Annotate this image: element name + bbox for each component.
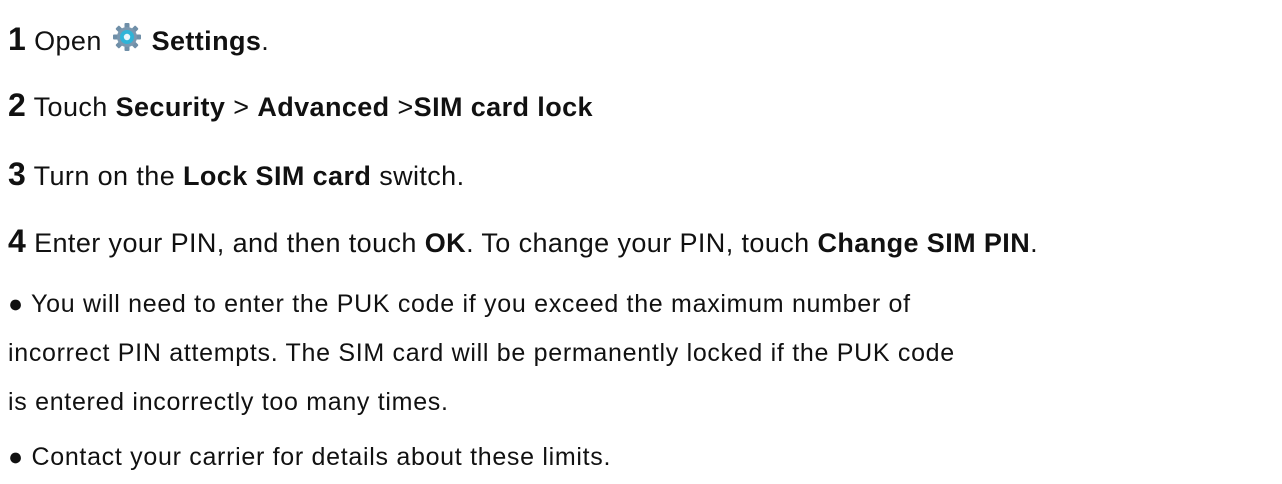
step-text: Touch	[33, 92, 108, 122]
step-2: 2 Touch Security > Advanced >SIM card lo…	[8, 89, 593, 121]
advanced-label: Advanced	[257, 92, 390, 122]
step-number: 4	[8, 223, 27, 259]
lock-sim-card-label: Lock SIM card	[183, 161, 372, 191]
separator: >	[397, 92, 414, 122]
note-text: You will need to enter the PUK code if y…	[31, 290, 911, 318]
step-text: . To change your PIN, touch	[466, 228, 810, 258]
step-3: 3 Turn on the Lock SIM card switch.	[8, 158, 465, 190]
note-1-line-2: incorrect PIN attempts. The SIM card wil…	[8, 341, 955, 366]
step-text: Turn on the	[33, 161, 176, 191]
sim-card-lock-label: SIM card lock	[413, 92, 593, 122]
separator: >	[233, 92, 250, 122]
step-text: .	[1030, 228, 1039, 258]
ok-label: OK	[424, 228, 467, 258]
step-text: Open	[34, 26, 102, 56]
step-text: Enter your PIN, and then touch	[34, 228, 417, 258]
note-text: incorrect PIN attempts. The SIM card wil…	[8, 339, 955, 367]
step-1: 1 Open Settings.	[8, 22, 269, 55]
step-text: .	[261, 26, 270, 56]
step-text: switch.	[379, 161, 465, 191]
settings-label: Settings	[151, 26, 262, 56]
change-sim-pin-label: Change SIM PIN	[817, 228, 1031, 258]
step-number: 3	[8, 156, 27, 192]
note-1-line-3: is entered incorrectly too many times.	[8, 390, 449, 415]
note-2: ● Contact your carrier for details about…	[8, 445, 611, 470]
note-text: is entered incorrectly too many times.	[8, 388, 449, 416]
step-number: 2	[8, 87, 27, 123]
bullet-icon: ●	[8, 443, 24, 471]
security-label: Security	[115, 92, 226, 122]
note-text: Contact your carrier for details about t…	[31, 443, 612, 471]
settings-gear-icon	[112, 22, 142, 52]
bullet-icon: ●	[8, 290, 24, 318]
note-1-line-1: ● You will need to enter the PUK code if…	[8, 292, 911, 317]
step-number: 1	[8, 21, 27, 57]
step-4: 4 Enter your PIN, and then touch OK. To …	[8, 225, 1038, 257]
